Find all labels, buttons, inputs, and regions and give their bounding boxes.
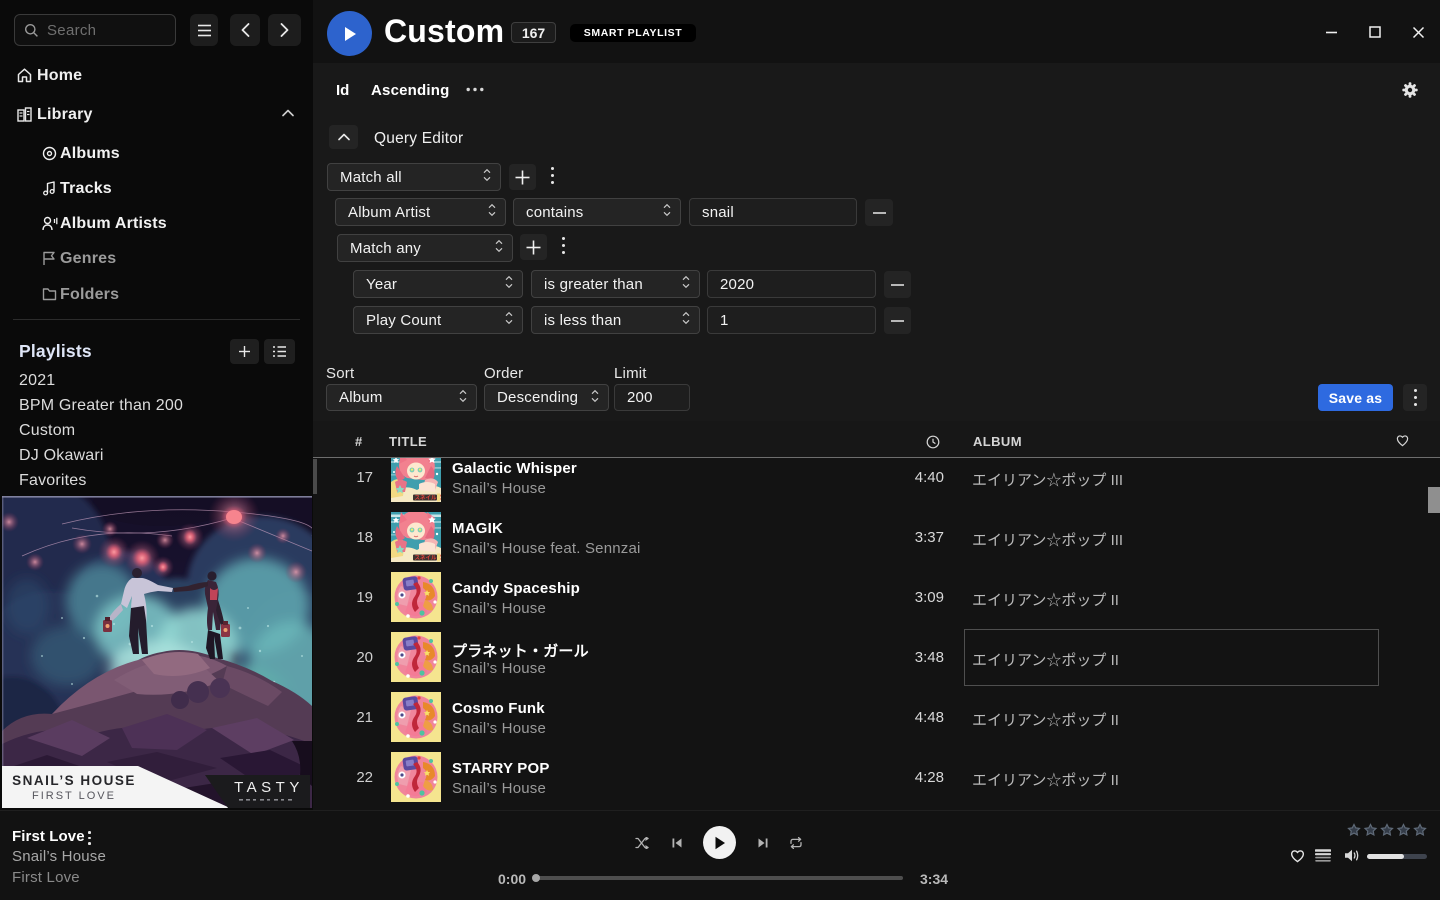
svg-text:SNAIL’S HOUSE: SNAIL’S HOUSE xyxy=(12,773,136,788)
svg-text:FIRST LOVE: FIRST LOVE xyxy=(32,790,116,802)
svg-text:TASTY: TASTY xyxy=(234,779,304,796)
